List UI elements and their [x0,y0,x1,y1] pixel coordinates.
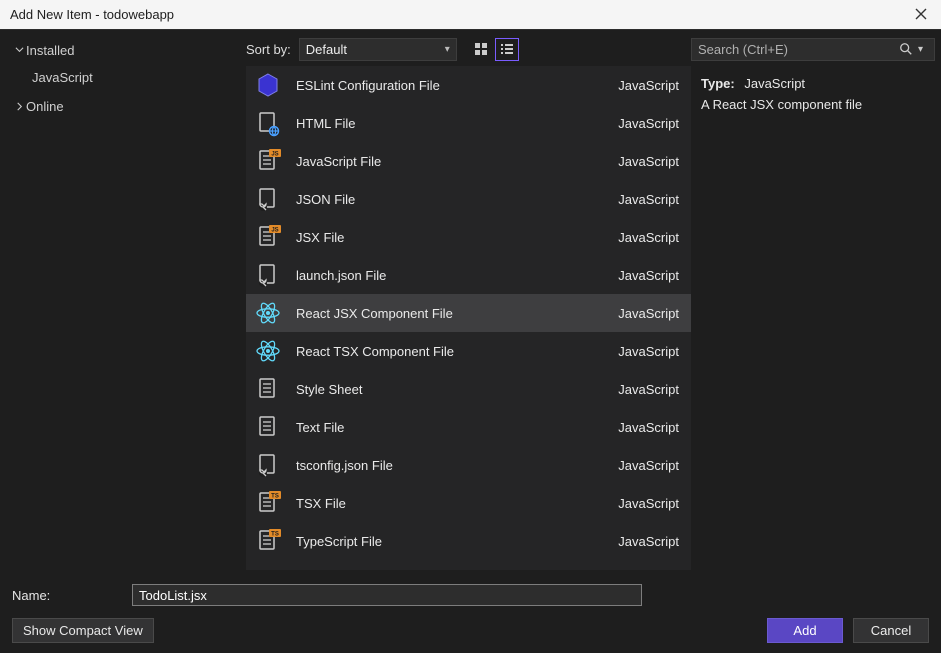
tree-node-online[interactable]: Online [0,96,240,116]
chevron-down-icon [12,46,26,55]
add-button[interactable]: Add [767,618,843,643]
jsx-icon [254,223,282,251]
search-box[interactable]: ▾ [691,38,935,61]
template-type: JavaScript [618,344,679,359]
template-item[interactable]: launch.json File JavaScript [246,256,691,294]
grid-view-button[interactable] [469,38,493,61]
sort-by-value: Default [306,42,347,57]
list-view-button[interactable] [495,38,519,61]
ts-icon [254,527,282,555]
template-item[interactable]: JavaScript File JavaScript [246,142,691,180]
template-type: JavaScript [618,116,679,131]
tsx-icon [254,489,282,517]
template-item[interactable]: React JSX Component File JavaScript [246,294,691,332]
text-icon [254,413,282,441]
react-icon [254,299,282,327]
template-item[interactable]: tsconfig.json File JavaScript [246,446,691,484]
cancel-button[interactable]: Cancel [853,618,929,643]
template-type: JavaScript [618,534,679,549]
dialog-footer: Name: Show Compact View Add Cancel [0,570,941,653]
template-list: ESLint Configuration FileJavaScriptHTML … [246,66,691,570]
template-item[interactable]: React TSX Component File JavaScript [246,332,691,370]
sort-by-dropdown[interactable]: Default ▾ [299,38,457,61]
template-type: JavaScript [618,306,679,321]
add-new-item-dialog: Add New Item - todowebapp Installed Java… [0,0,941,653]
html-icon [254,109,282,137]
template-name: JSX File [296,230,604,245]
template-item[interactable]: TypeScript File JavaScript [246,522,691,560]
sort-by-label: Sort by: [246,42,291,57]
name-label: Name: [12,588,120,603]
json-icon [254,185,282,213]
category-tree: Installed JavaScript Online [0,30,240,570]
template-type: JavaScript [618,154,679,169]
template-type: JavaScript [618,230,679,245]
template-name: launch.json File [296,268,604,283]
close-icon[interactable] [911,7,931,23]
launch-icon [254,261,282,289]
tree-label: JavaScript [32,70,93,85]
template-name: TypeScript File [296,534,604,549]
template-item[interactable]: HTML File JavaScript [246,104,691,142]
template-name: JavaScript File [296,154,604,169]
template-type: JavaScript [618,78,679,93]
eslint-icon [254,71,282,99]
search-icon [898,42,914,56]
react-icon [254,337,282,365]
template-name: Text File [296,420,604,435]
info-type-value: JavaScript [744,76,805,91]
info-description: A React JSX component file [701,97,931,112]
template-name: React TSX Component File [296,344,604,359]
js-icon [254,147,282,175]
template-type: JavaScript [618,192,679,207]
tree-label: Online [26,99,64,114]
tree-label: Installed [26,43,74,58]
template-name: TSX File [296,496,604,511]
template-name: ESLint Configuration File [296,78,604,93]
template-type: JavaScript [618,382,679,397]
template-name: HTML File [296,116,604,131]
template-type: JavaScript [618,458,679,473]
show-compact-view-button[interactable]: Show Compact View [12,618,154,643]
window-title: Add New Item - todowebapp [10,7,174,22]
template-type: JavaScript [618,496,679,511]
template-name: JSON File [296,192,604,207]
template-type: JavaScript [618,268,679,283]
template-type: JavaScript [618,420,679,435]
template-item[interactable]: TSX File JavaScript [246,484,691,522]
chevron-right-icon [12,102,26,111]
template-list-panel: Sort by: Default ▾ [240,30,691,570]
tree-node-installed[interactable]: Installed [0,40,240,60]
template-item[interactable]: JSX File JavaScript [246,218,691,256]
chevron-down-icon: ▾ [445,44,450,55]
template-item[interactable]: JSON File JavaScript [246,180,691,218]
tsconfig-icon [254,451,282,479]
template-item[interactable]: ESLint Configuration File JavaScript [246,66,691,104]
name-input[interactable] [132,584,642,606]
style-icon [254,375,282,403]
info-type-label: Type: [701,76,735,91]
search-input[interactable] [698,42,898,57]
template-name: Style Sheet [296,382,604,397]
template-name: React JSX Component File [296,306,604,321]
info-panel: ▾ Type: JavaScript A React JSX component… [691,30,941,570]
chevron-down-icon[interactable]: ▾ [918,44,928,55]
tree-node-javascript[interactable]: JavaScript [0,68,240,88]
titlebar: Add New Item - todowebapp [0,0,941,30]
template-item[interactable]: Style Sheet JavaScript [246,370,691,408]
template-item[interactable]: Text File JavaScript [246,408,691,446]
template-name: tsconfig.json File [296,458,604,473]
